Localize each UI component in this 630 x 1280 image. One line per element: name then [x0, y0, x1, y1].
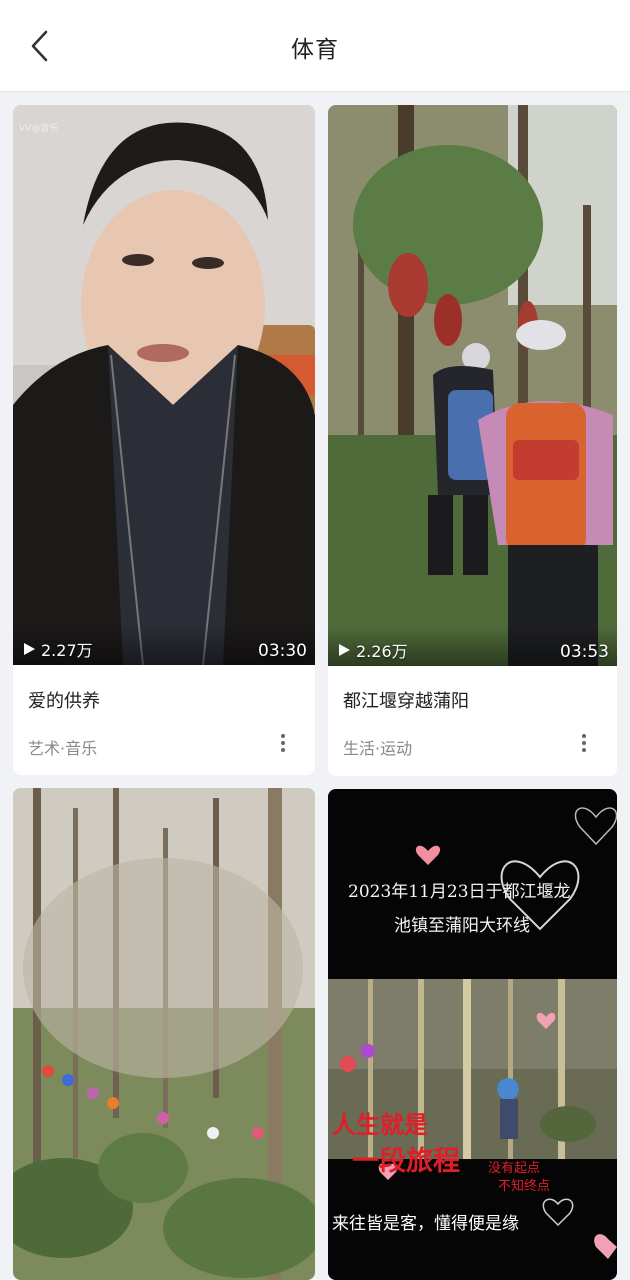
more-options-button[interactable] — [273, 729, 293, 757]
overlay-phrase-b: 一段旅程 — [352, 1146, 460, 1177]
video-title[interactable]: 爱的供养 — [28, 687, 100, 713]
video-card[interactable] — [13, 788, 315, 1280]
video-category[interactable]: 生活·运动 — [343, 735, 412, 759]
svg-text:VV@音乐: VV@音乐 — [19, 122, 58, 134]
play-icon — [24, 643, 35, 655]
video-title[interactable]: 都江堰穿越蒲阳 — [343, 687, 469, 713]
video-thumbnail[interactable]: 2.26万 03:53 — [328, 105, 617, 666]
more-dot — [281, 748, 285, 752]
video-card[interactable]: 2.26万 03:53 都江堰穿越蒲阳 生活·运动 — [328, 105, 617, 776]
page-title: 体育 — [291, 37, 339, 63]
overlay-phrase-a: 人生就是 — [332, 1110, 428, 1139]
video-category[interactable]: 艺术·音乐 — [28, 735, 97, 759]
more-options-button[interactable] — [574, 729, 594, 757]
play-icon — [339, 644, 350, 656]
play-count-value: 2.26万 — [356, 642, 408, 661]
video-thumbnail[interactable]: 2023年11月23日于都江堰龙 池镇至蒲阳大环线 人生就是 一段旅程 没有起点… — [328, 789, 617, 1280]
play-count: 2.27万 — [19, 637, 93, 661]
play-count: 2.26万 — [334, 638, 408, 662]
video-thumbnail[interactable]: VV@音乐 2.27万 03:30 — [13, 105, 315, 665]
video-duration: 03:30 — [258, 641, 307, 661]
more-dot — [582, 748, 586, 752]
video-card[interactable]: 2023年11月23日于都江堰龙 池镇至蒲阳大环线 人生就是 一段旅程 没有起点… — [328, 789, 617, 1280]
more-dot — [281, 734, 285, 738]
more-dot — [582, 734, 586, 738]
more-dot — [281, 741, 285, 745]
overlay-line-2: 池镇至蒲阳大环线 — [394, 916, 530, 936]
overlay-phrase-e: 来往皆是客，懂得便是缘 — [332, 1214, 519, 1234]
overlay-line-1: 2023年11月23日于都江堰龙 — [348, 882, 571, 902]
overlay-phrase-d: 不知终点 — [498, 1179, 551, 1194]
video-card[interactable]: VV@音乐 2.27万 03:30 爱的供养 艺术·音乐 — [13, 105, 315, 775]
video-thumbnail[interactable] — [13, 788, 315, 1280]
top-bar: 体育 — [0, 0, 630, 92]
video-duration: 03:53 — [560, 642, 609, 662]
play-count-value: 2.27万 — [41, 641, 93, 660]
more-dot — [582, 741, 586, 745]
overlay-phrase-c: 没有起点 — [488, 1161, 541, 1176]
